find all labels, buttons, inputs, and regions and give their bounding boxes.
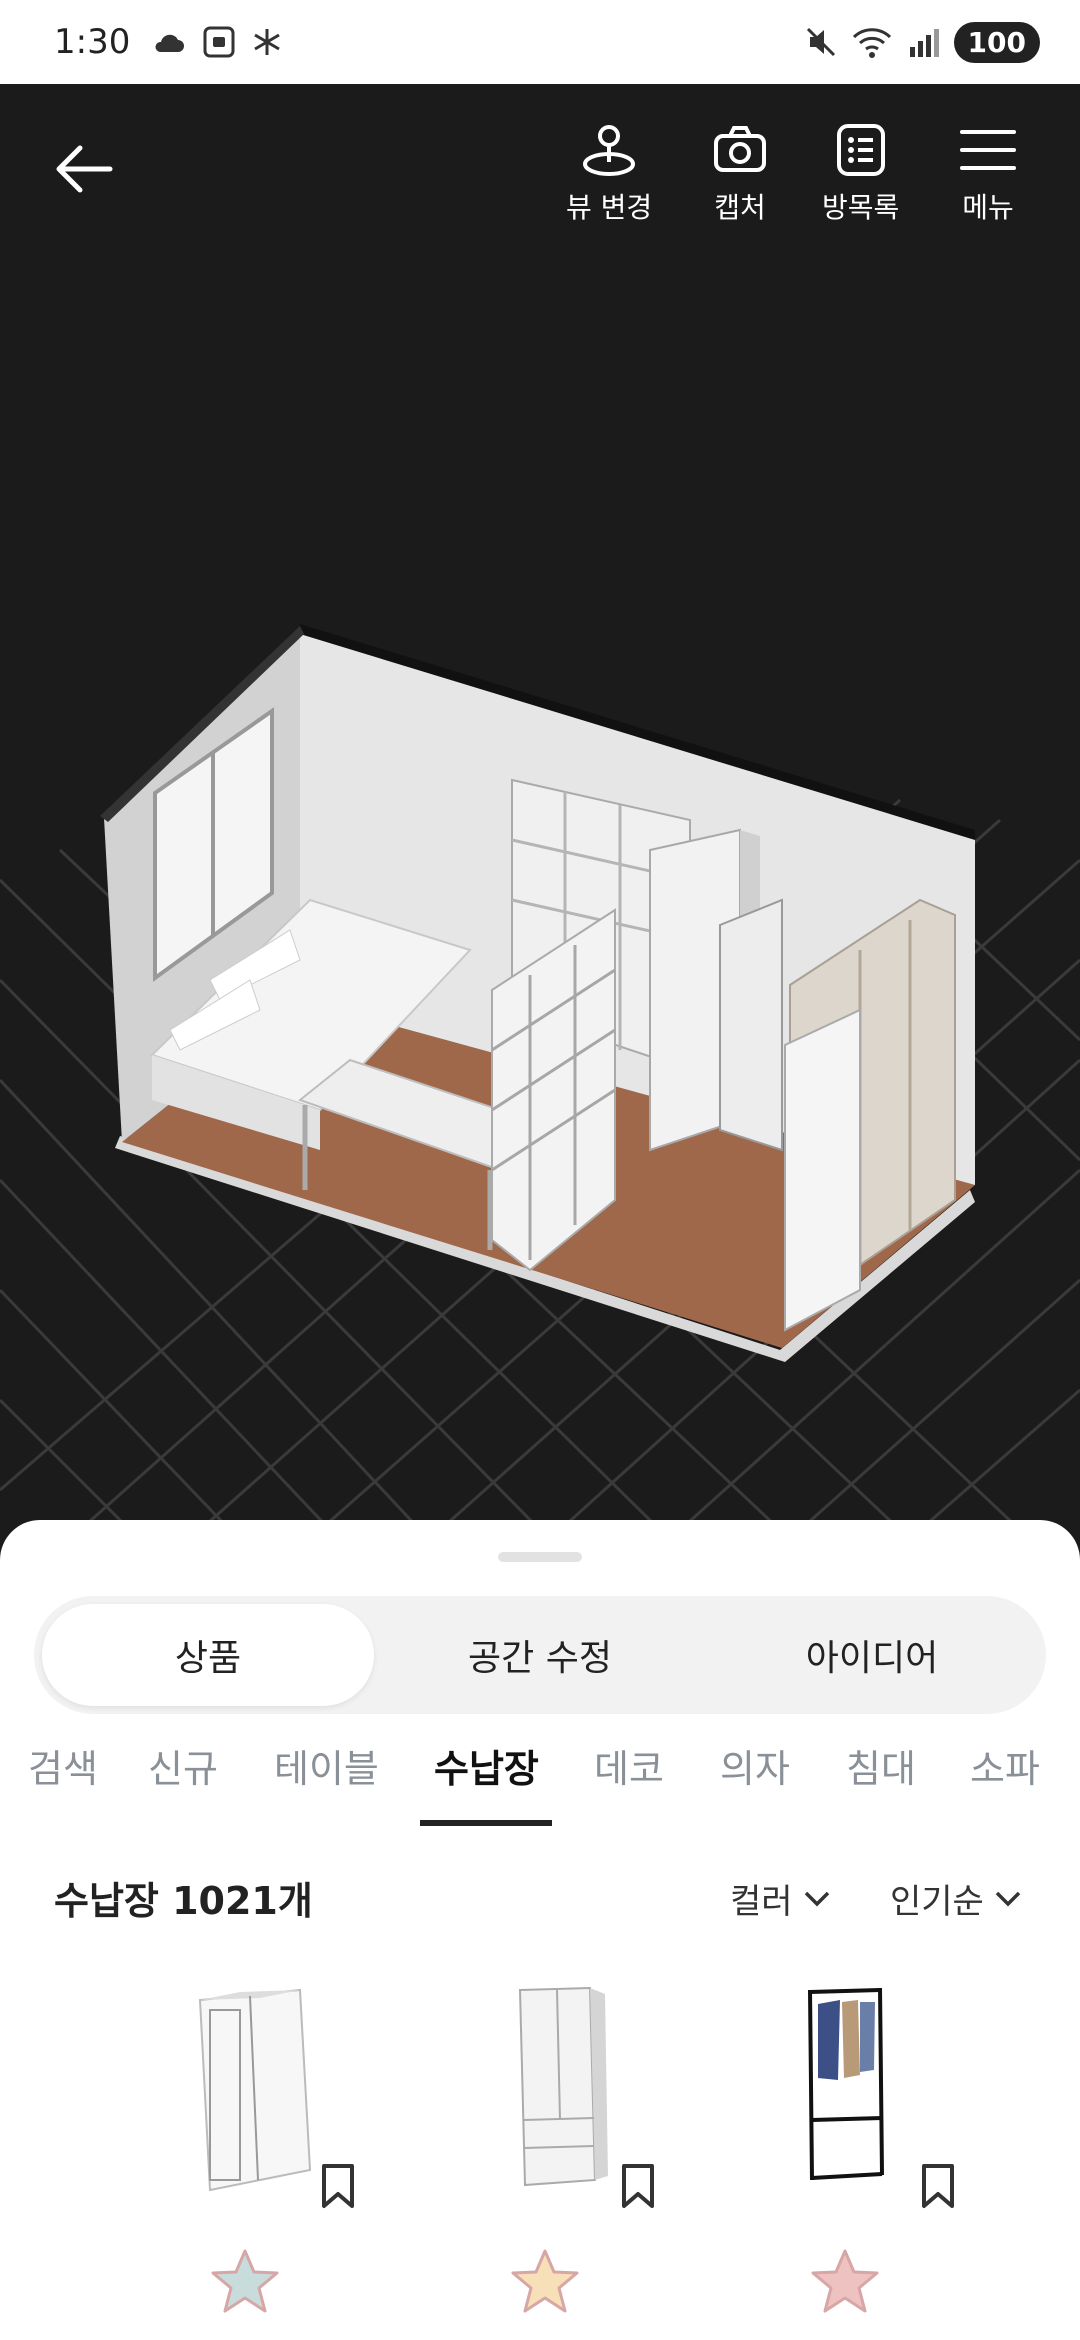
star-icon <box>211 2249 279 2313</box>
status-bar: 1:30 100 <box>0 0 1080 84</box>
back-arrow-icon[interactable] <box>50 134 120 204</box>
bookmark-icon[interactable] <box>918 2162 958 2210</box>
wifi-icon <box>852 28 891 58</box>
signal-icon <box>909 29 939 57</box>
category-tabs: 검색 신규 테이블 수납장 데코 의자 침대 소파 <box>0 1738 1080 1830</box>
capture-label: 캡처 <box>714 191 766 224</box>
active-tab-indicator <box>420 1820 552 1826</box>
tab-bed[interactable]: 침대 <box>846 1738 916 1793</box>
tab-deco[interactable]: 데코 <box>594 1738 664 1793</box>
chevron-down-icon <box>995 1891 1021 1906</box>
sort-filter-label: 인기순 <box>890 1882 984 1922</box>
room-3d-viewport[interactable] <box>0 234 1080 1534</box>
sheet-drag-handle[interactable] <box>498 1552 582 1562</box>
product-card[interactable] <box>680 1980 1000 2340</box>
menu-button[interactable]: 메뉴 <box>958 122 1018 226</box>
segment-ideas[interactable]: 아이디어 <box>706 1604 1038 1706</box>
star-icon <box>511 2249 579 2313</box>
top-app-bar: 뷰 변경 캡처 방목록 메뉴 <box>0 84 1080 234</box>
chevron-down-icon <box>804 1891 829 1906</box>
hamburger-icon <box>960 130 1016 170</box>
tab-chair[interactable]: 의자 <box>720 1738 790 1793</box>
product-thumbnail <box>518 1986 608 2187</box>
clothes-rack <box>719 898 783 1152</box>
sort-filter[interactable]: 인기순 <box>890 1874 1022 1923</box>
list-icon <box>836 124 885 176</box>
result-count: 수납장 1021개 <box>54 1879 313 1923</box>
segmented-control: 상품 공간 수정 아이디어 <box>34 1596 1046 1714</box>
bookmark-icon[interactable] <box>318 2162 358 2210</box>
product-card[interactable] <box>380 1980 700 2340</box>
product-card[interactable] <box>80 1980 400 2340</box>
view-pin-icon <box>583 125 636 176</box>
tab-storage[interactable]: 수납장 <box>434 1738 539 1793</box>
room-3d-render <box>0 624 1080 1532</box>
segment-products[interactable]: 상품 <box>42 1604 374 1706</box>
door-panel <box>784 1008 861 1332</box>
tab-sofa[interactable]: 소파 <box>970 1738 1040 1793</box>
room-list-label: 방목록 <box>822 191 900 224</box>
segment-space-edit[interactable]: 공간 수정 <box>374 1604 706 1706</box>
screenshot-icon <box>203 26 235 58</box>
snowflake-icon <box>254 29 281 55</box>
color-filter-label: 컬러 <box>730 1882 793 1922</box>
tab-search[interactable]: 검색 <box>28 1738 98 1793</box>
view-change-label: 뷰 변경 <box>566 191 653 224</box>
battery-badge: 100 <box>953 21 1040 63</box>
product-thumbnail <box>808 1987 884 2181</box>
mute-icon <box>806 27 835 57</box>
star-icon <box>811 2249 879 2313</box>
camera-icon <box>714 126 766 172</box>
product-thumbnail <box>198 1988 312 2192</box>
capture-button[interactable]: 캡처 <box>710 122 770 226</box>
view-change-button[interactable]: 뷰 변경 <box>566 122 652 226</box>
tab-new[interactable]: 신규 <box>148 1738 218 1793</box>
menu-label: 메뉴 <box>962 191 1014 224</box>
room-list-button[interactable]: 방목록 <box>822 122 899 226</box>
status-time: 1:30 <box>54 22 131 62</box>
list-header: 수납장 1021개 컬러 인기순 <box>0 1860 1080 1940</box>
product-bottom-sheet: 상품 공간 수정 아이디어 검색 신규 테이블 수납장 데코 의자 침대 소파 … <box>0 1520 1080 2340</box>
tab-table[interactable]: 테이블 <box>274 1738 379 1793</box>
cloud-icon <box>155 34 185 52</box>
bookmark-icon[interactable] <box>618 2162 658 2210</box>
color-filter[interactable]: 컬러 <box>730 1874 831 1923</box>
